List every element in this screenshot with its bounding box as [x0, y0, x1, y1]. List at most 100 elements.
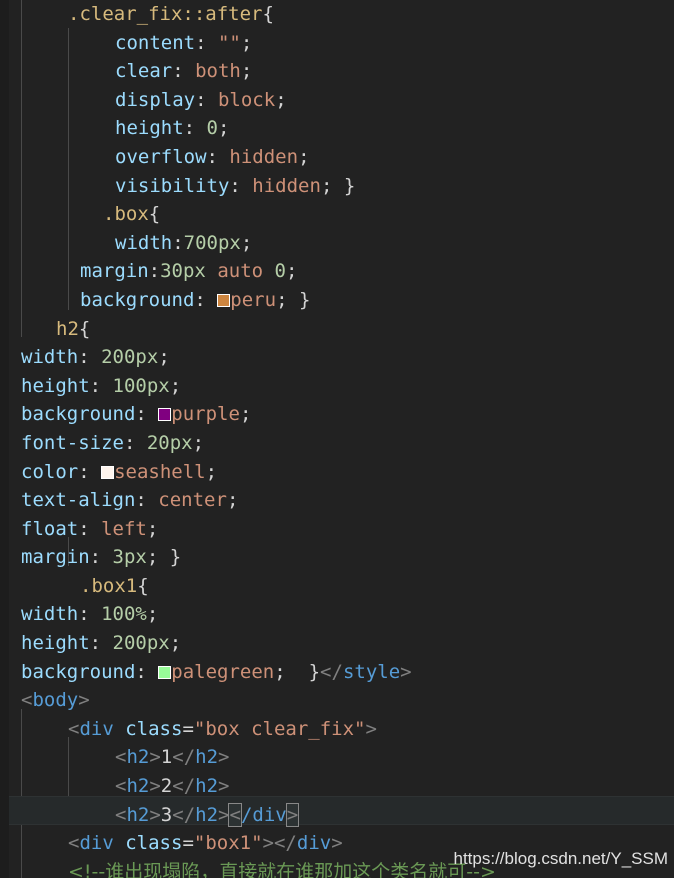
css-number: 200px: [112, 632, 170, 655]
code-line[interactable]: clear: both;: [0, 57, 674, 86]
colon: :: [123, 431, 136, 454]
css-property: width: [115, 231, 173, 254]
code-line[interactable]: <h2>2</h2>: [0, 772, 674, 801]
code-line[interactable]: background: palegreen; }</style>: [0, 658, 674, 687]
tag-bracket: >: [218, 775, 230, 798]
code-line[interactable]: background: purple;: [0, 400, 674, 429]
equals: =: [182, 717, 194, 740]
code-line[interactable]: text-align: center;: [0, 486, 674, 515]
tag-name-div: div: [296, 832, 332, 855]
css-property: margin: [80, 260, 149, 283]
css-property: clear: [115, 60, 173, 83]
colon: :: [172, 60, 184, 83]
color-swatch-peru: [217, 293, 231, 307]
css-selector: h2: [56, 317, 79, 340]
code-content[interactable]: .clear_fix::after{ content: ""; clear: b…: [0, 0, 674, 878]
tag-bracket: >: [149, 746, 161, 769]
semicolon: ;: [320, 174, 333, 197]
css-property: text-align: [21, 489, 136, 512]
code-line[interactable]: .box1{: [0, 572, 674, 601]
code-editor[interactable]: .clear_fix::after{ content: ""; clear: b…: [0, 0, 674, 878]
code-line[interactable]: background: peru; }: [0, 286, 674, 315]
code-line[interactable]: margin:30px auto 0;: [0, 257, 674, 286]
html-comment: <!--谁出现塌陷，直接就在谁那加这个类名就可-->: [68, 860, 496, 878]
colon: :: [78, 517, 90, 540]
css-number: 100px: [112, 374, 170, 397]
css-property: float: [21, 517, 79, 540]
css-property: background: [21, 660, 136, 683]
colon: :: [135, 660, 147, 683]
tag-name-body: body: [32, 689, 79, 712]
tag-name-h2: h2: [195, 775, 219, 798]
colon: :: [194, 288, 206, 311]
semicolon: ;: [239, 403, 252, 426]
css-property: height: [115, 117, 184, 140]
css-value: peru: [230, 288, 277, 311]
code-line[interactable]: height: 100px;: [0, 372, 674, 401]
code-line[interactable]: height: 200px;: [0, 629, 674, 658]
css-number: 200px: [101, 346, 159, 369]
css-value: purple: [171, 403, 240, 426]
css-value: auto: [217, 260, 264, 283]
css-value: hidden: [252, 174, 321, 197]
colon: :: [78, 460, 90, 483]
semicolon: ;: [146, 603, 159, 626]
code-line[interactable]: .box{: [0, 200, 674, 229]
semicolon: ;: [298, 145, 310, 168]
code-line[interactable]: overflow: hidden;: [0, 143, 674, 172]
code-line[interactable]: width: 100%;: [0, 600, 674, 629]
text-node: 3: [160, 803, 173, 826]
css-property: background: [21, 403, 136, 426]
code-line[interactable]: h2{: [0, 315, 674, 344]
code-line-current[interactable]: <h2>3</h2></div>: [0, 801, 674, 830]
semicolon: ;: [192, 431, 205, 454]
css-property: background: [80, 288, 195, 311]
code-line[interactable]: font-size: 20px;: [0, 429, 674, 458]
css-property: height: [21, 632, 90, 655]
css-number: 700px: [183, 231, 241, 254]
tag-bracket: >: [331, 832, 343, 855]
tag-bracket: <: [21, 689, 33, 712]
css-property: font-size: [21, 431, 124, 454]
code-line[interactable]: <body>: [0, 686, 674, 715]
tag-name-h2: h2: [126, 775, 150, 798]
code-line[interactable]: content: "";: [0, 29, 674, 58]
color-swatch-seashell: [101, 465, 115, 479]
code-line[interactable]: <div class="box clear_fix">: [0, 715, 674, 744]
code-line[interactable]: width:700px;: [0, 229, 674, 258]
tag-name-h2: h2: [195, 746, 219, 769]
css-property: height: [21, 374, 90, 397]
semicolon: ;: [218, 117, 230, 140]
colon: :: [229, 174, 241, 197]
tag-bracket: >: [149, 775, 161, 798]
code-line[interactable]: color: seashell;: [0, 458, 674, 487]
css-value: "": [217, 31, 241, 54]
code-line[interactable]: visibility: hidden; }: [0, 172, 674, 201]
tag-bracket: >: [218, 803, 230, 826]
css-property: display: [115, 88, 196, 111]
colon: :: [148, 260, 161, 283]
code-line[interactable]: <h2>1</h2>: [0, 743, 674, 772]
code-line[interactable]: display: block;: [0, 86, 674, 115]
code-line[interactable]: float: left;: [0, 515, 674, 544]
tag-bracket: </: [172, 746, 196, 769]
code-line[interactable]: width: 200px;: [0, 343, 674, 372]
css-value: left: [101, 517, 147, 540]
tag-name-h2: h2: [126, 746, 150, 769]
semicolon: ;: [146, 517, 159, 540]
semicolon: ;: [226, 489, 239, 512]
tag-name-div-close: /div: [240, 803, 287, 826]
tag-bracket: <: [115, 746, 127, 769]
semicolon: ;: [275, 88, 287, 111]
tag-bracket: <: [115, 803, 127, 826]
code-line[interactable]: .clear_fix::after{: [0, 0, 674, 29]
tag-name-style: style: [342, 660, 401, 683]
semicolon: ;: [158, 346, 170, 369]
code-line[interactable]: <!--谁出现塌陷，直接就在谁那加这个类名就可-->: [0, 858, 674, 878]
tag-bracket: >: [262, 832, 274, 855]
code-line[interactable]: margin: 3px; }: [0, 543, 674, 572]
code-line[interactable]: <div class="box1"></div>: [0, 829, 674, 858]
code-line[interactable]: height: 0;: [0, 114, 674, 143]
